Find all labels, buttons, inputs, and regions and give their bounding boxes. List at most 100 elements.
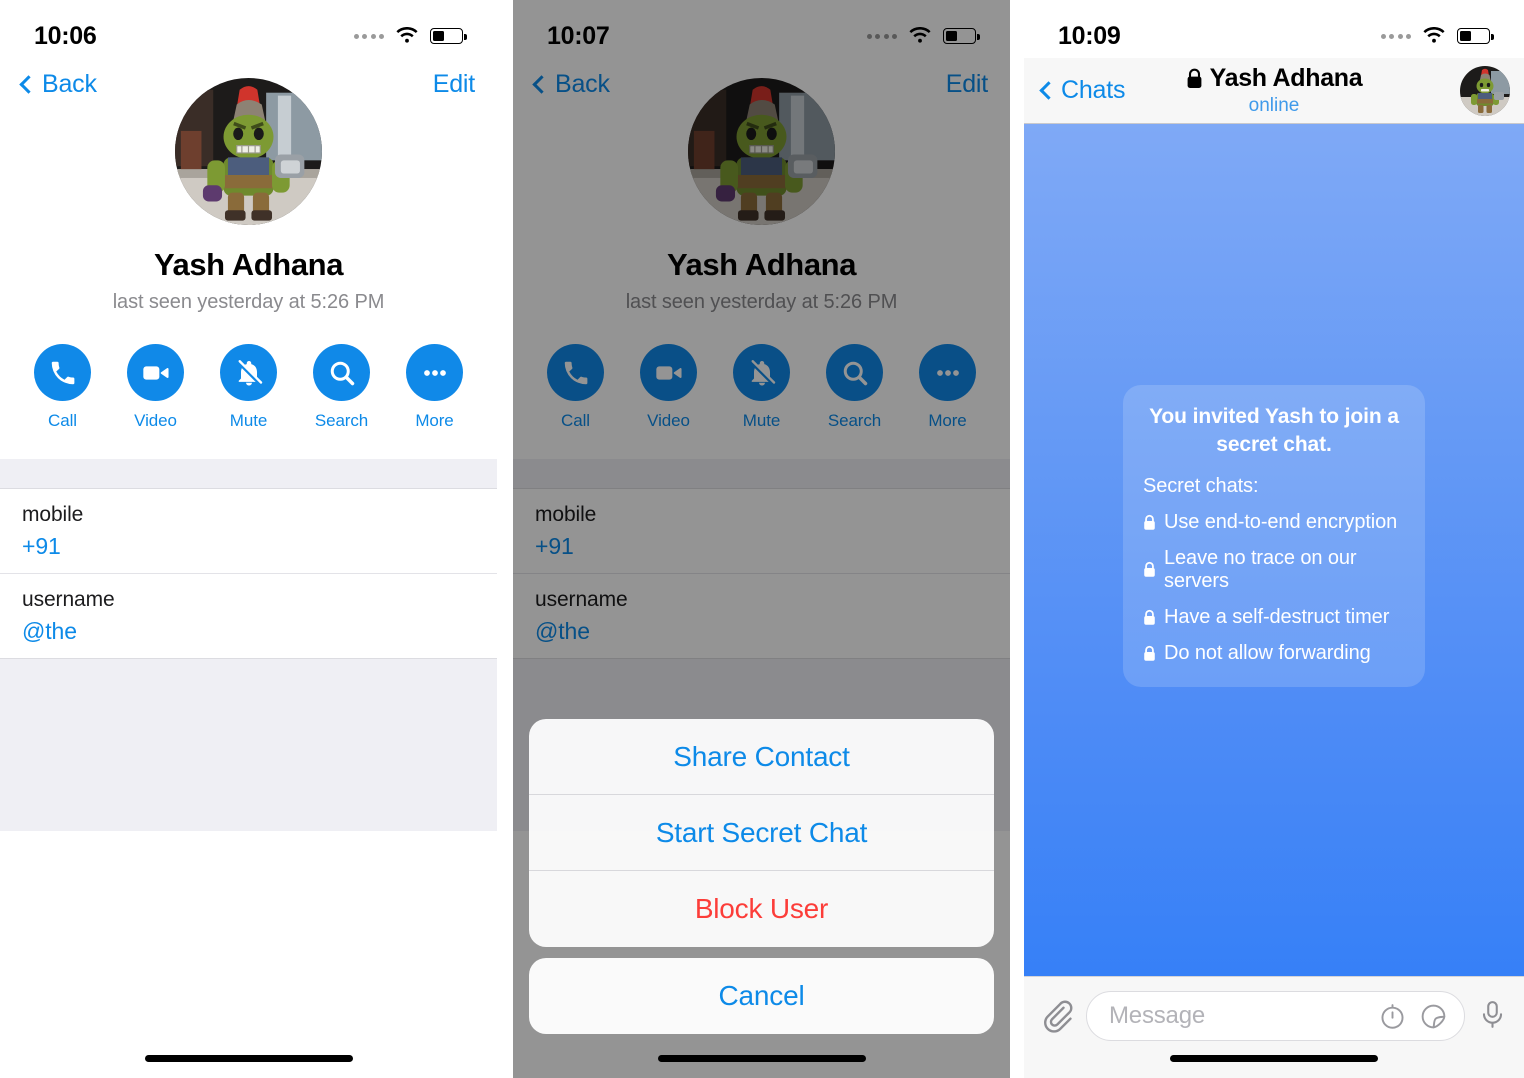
phone-icon bbox=[547, 344, 604, 401]
edit-button[interactable]: Edit bbox=[946, 70, 988, 99]
bubble-list-item: Do not allow forwarding bbox=[1143, 642, 1405, 665]
action-call-label: Call bbox=[561, 411, 590, 430]
chevron-left-icon bbox=[532, 74, 551, 94]
info-value-username: @the bbox=[22, 618, 77, 644]
panel-contact-profile: 10:06 Back Edit Yash Adhana last seen ye… bbox=[0, 0, 497, 1078]
back-button[interactable]: Back bbox=[532, 69, 610, 99]
signal-dots-icon bbox=[353, 33, 384, 39]
info-label-username: username bbox=[535, 588, 628, 611]
action-more-label: More bbox=[415, 411, 454, 430]
chat-title-text: Yash Adhana bbox=[1209, 64, 1363, 92]
profile-name: Yash Adhana bbox=[666, 247, 857, 282]
list-background-filler bbox=[0, 659, 497, 831]
action-sheet-item-share-contact[interactable]: Share Contact bbox=[529, 719, 994, 795]
microphone-icon[interactable] bbox=[1477, 999, 1508, 1030]
self-destruct-timer-icon[interactable] bbox=[1378, 1002, 1407, 1031]
section-gap bbox=[513, 459, 1010, 489]
message-input-bar: Message bbox=[1024, 976, 1524, 1078]
info-value-mobile: +91 bbox=[22, 533, 61, 559]
chat-title-row: Yash Adhana bbox=[1186, 64, 1363, 93]
status-time: 10:07 bbox=[547, 21, 610, 50]
message-input-field[interactable]: Message bbox=[1086, 991, 1465, 1041]
video-camera-icon bbox=[640, 344, 697, 401]
wifi-icon bbox=[1422, 27, 1446, 45]
action-search[interactable]: Search bbox=[313, 344, 370, 431]
action-search[interactable]: Search bbox=[826, 344, 883, 431]
bell-slash-icon bbox=[733, 344, 790, 401]
action-call[interactable]: Call bbox=[34, 344, 91, 431]
phone-icon bbox=[34, 344, 91, 401]
contact-info-list: mobile +91 username @the bbox=[0, 489, 497, 659]
profile-name: Yash Adhana bbox=[153, 247, 344, 282]
back-button-label: Back bbox=[42, 69, 97, 98]
home-indicator bbox=[657, 1055, 866, 1062]
info-value-mobile: +91 bbox=[535, 533, 574, 559]
action-video-label: Video bbox=[647, 411, 690, 430]
chat-contact-avatar[interactable] bbox=[1460, 65, 1510, 116]
chevron-left-icon bbox=[19, 74, 38, 94]
action-call-label: Call bbox=[48, 411, 77, 430]
action-more[interactable]: More bbox=[919, 344, 976, 431]
action-mute[interactable]: Mute bbox=[733, 344, 790, 431]
bubble-subtitle: Secret chats: bbox=[1143, 474, 1259, 497]
bubble-list-item: Leave no trace on our servers bbox=[1143, 547, 1405, 593]
edit-button[interactable]: Edit bbox=[433, 70, 475, 99]
action-sheet-item-start-secret-chat[interactable]: Start Secret Chat bbox=[529, 795, 994, 871]
bubble-list-item: Use end-to-end encryption bbox=[1143, 511, 1405, 534]
screenshot-stage: 10:06 Back Edit Yash Adhana last seen ye… bbox=[0, 0, 1524, 1078]
action-sheet-cancel-button[interactable]: Cancel bbox=[529, 958, 994, 1034]
action-more[interactable]: More bbox=[406, 344, 463, 431]
action-sheet-item-block-user[interactable]: Block User bbox=[529, 871, 994, 947]
action-call[interactable]: Call bbox=[547, 344, 604, 431]
ellipsis-icon bbox=[919, 344, 976, 401]
status-bar: 10:09 bbox=[1024, 0, 1524, 58]
status-time: 10:06 bbox=[34, 21, 97, 50]
bubble-list-item-label: Have a self-destruct timer bbox=[1164, 605, 1390, 628]
chat-message-area: You invited Yash to join a secret chat. … bbox=[1024, 124, 1524, 976]
lock-icon bbox=[1143, 561, 1156, 578]
panel-contact-profile-action-sheet: 10:07 Back Edit Yash Adhana last seen ye… bbox=[513, 0, 1010, 1078]
info-value-username: @the bbox=[535, 618, 590, 644]
contact-avatar[interactable] bbox=[688, 78, 835, 225]
panel-secret-chat: 10:09 Chats Yash Adhana online You invit… bbox=[1024, 0, 1524, 1078]
action-search-label: Search bbox=[827, 411, 882, 430]
action-mute[interactable]: Mute bbox=[220, 344, 277, 431]
back-button[interactable]: Back bbox=[19, 69, 97, 99]
home-indicator bbox=[144, 1055, 353, 1062]
info-row-username[interactable]: username @the bbox=[0, 574, 497, 659]
back-button-label: Back bbox=[555, 69, 610, 98]
action-video[interactable]: Video bbox=[640, 344, 697, 431]
bubble-list-item: Have a self-destruct timer bbox=[1143, 606, 1405, 629]
action-more-label: More bbox=[928, 411, 967, 430]
signal-dots-icon bbox=[866, 33, 897, 39]
sticker-icon[interactable] bbox=[1419, 1002, 1448, 1031]
profile-last-seen: last seen yesterday at 5:26 PM bbox=[625, 291, 898, 313]
signal-dots-icon bbox=[1380, 33, 1411, 39]
action-video-label: Video bbox=[134, 411, 177, 430]
battery-icon bbox=[430, 28, 467, 44]
profile-header: Yash Adhana last seen yesterday at 5:26 … bbox=[0, 78, 497, 314]
info-row-username[interactable]: username @the bbox=[513, 574, 1010, 659]
bubble-title: You invited Yash to join a secret chat. bbox=[1149, 405, 1399, 456]
info-row-mobile[interactable]: mobile +91 bbox=[0, 489, 497, 574]
video-camera-icon bbox=[127, 344, 184, 401]
chats-back-button[interactable]: Chats bbox=[1039, 76, 1126, 105]
contact-avatar[interactable] bbox=[175, 78, 322, 225]
profile-action-row: Call Video Mute Search More bbox=[0, 344, 497, 431]
action-mute-label: Mute bbox=[742, 411, 781, 430]
lock-icon bbox=[1143, 514, 1156, 531]
wifi-icon bbox=[908, 27, 932, 45]
lock-icon bbox=[1143, 645, 1156, 662]
action-video[interactable]: Video bbox=[127, 344, 184, 431]
paperclip-icon[interactable] bbox=[1040, 999, 1074, 1033]
home-indicator bbox=[1170, 1055, 1378, 1062]
status-bar: 10:07 bbox=[513, 0, 1010, 58]
profile-last-seen: last seen yesterday at 5:26 PM bbox=[112, 291, 385, 313]
info-row-mobile[interactable]: mobile +91 bbox=[513, 489, 1010, 574]
battery-icon bbox=[943, 28, 980, 44]
section-gap bbox=[0, 459, 497, 489]
action-search-label: Search bbox=[314, 411, 369, 430]
bubble-list-item-label: Leave no trace on our servers bbox=[1164, 546, 1357, 592]
action-sheet-group: Share Contact Start Secret Chat Block Us… bbox=[529, 719, 994, 947]
action-mute-label: Mute bbox=[229, 411, 268, 430]
